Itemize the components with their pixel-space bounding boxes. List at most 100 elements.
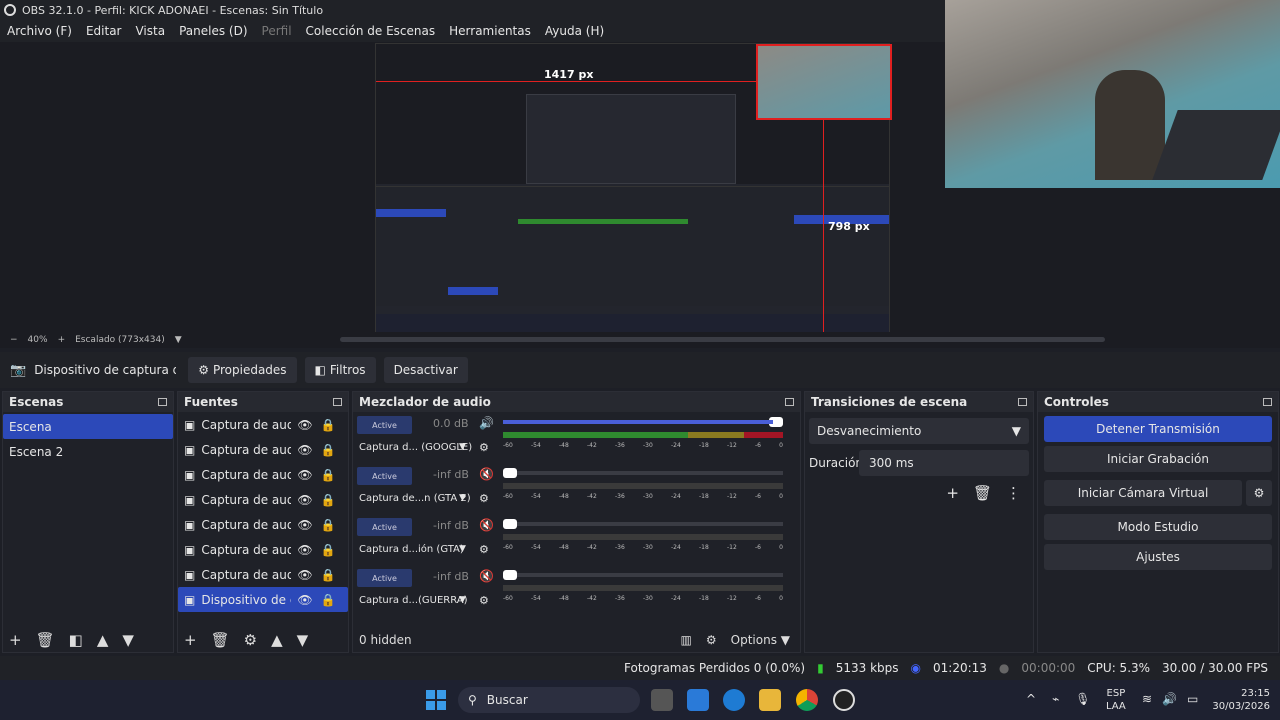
more-options-icon[interactable]: ⋮ [1006, 484, 1021, 502]
lock-icon[interactable]: 🔒 [321, 468, 336, 482]
layout-icon[interactable]: ▥ [681, 633, 692, 647]
visibility-eye-icon[interactable]: 👁 [297, 468, 312, 482]
properties-button[interactable]: ⚙ Propiedades [188, 357, 297, 383]
source-item[interactable]: ▣ Dispositivo de ca 👁 🔒 [178, 587, 348, 612]
visibility-eye-icon[interactable]: 👁 [297, 568, 312, 582]
menu-vista[interactable]: Vista [128, 24, 172, 38]
source-item[interactable]: ▣ Captura de audic 👁 🔒 [178, 562, 348, 587]
active-button[interactable]: Active [357, 518, 412, 536]
virtual-camera-settings-icon[interactable]: ⚙ [1246, 480, 1272, 506]
move-up-icon[interactable]: ▲ [97, 631, 109, 649]
channel-dropdown-icon[interactable]: ▼ [459, 544, 466, 554]
notepad-icon[interactable] [687, 689, 709, 711]
start-recording-button[interactable]: Iniciar Grabación [1044, 446, 1272, 472]
menu-archivo[interactable]: Archivo (F) [0, 24, 79, 38]
remove-transition-icon[interactable]: 🗑 [973, 484, 992, 502]
stop-streaming-button[interactable]: Detener Transmisión [1044, 416, 1272, 442]
channel-settings-icon[interactable]: ⚙ [479, 441, 489, 454]
speaker-icon[interactable]: 🔇 [479, 518, 494, 532]
source-item[interactable]: ▣ Captura de audic 👁 🔒 [178, 412, 348, 437]
remove-source-icon[interactable]: 🗑 [211, 631, 230, 649]
volume-slider[interactable] [503, 570, 783, 580]
channel-settings-icon[interactable]: ⚙ [479, 492, 489, 505]
channel-dropdown-icon[interactable]: ▼ [459, 595, 466, 605]
visibility-eye-icon[interactable]: 👁 [297, 518, 312, 532]
source-item[interactable]: ▣ Captura de audic 👁 🔒 [178, 437, 348, 462]
remove-scene-icon[interactable]: 🗑 [36, 631, 55, 649]
lock-icon[interactable]: 🔒 [321, 593, 336, 607]
preview-canvas[interactable]: 1417 px 798 px [375, 43, 892, 332]
scale-dropdown-icon[interactable]: ▼ [175, 335, 182, 345]
menu-perfil[interactable]: Perfil [255, 24, 299, 38]
scene-item[interactable]: Escena 2 [3, 439, 173, 464]
duration-input[interactable]: 300 ms [859, 450, 1029, 476]
visibility-eye-icon[interactable]: 👁 [297, 593, 312, 607]
edge-icon[interactable] [723, 689, 745, 711]
undock-icon[interactable] [333, 398, 342, 406]
speaker-icon[interactable]: 🔇 [479, 467, 494, 481]
microphone-icon[interactable]: 🎙 [1075, 692, 1090, 706]
undock-icon[interactable] [1263, 398, 1272, 406]
source-item[interactable]: ▣ Captura de audic 👁 🔒 [178, 512, 348, 537]
add-scene-icon[interactable]: + [9, 631, 22, 649]
source-item[interactable]: ▣ Captura de audic 👁 🔒 [178, 487, 348, 512]
zoom-out-button[interactable]: − [10, 335, 18, 345]
quick-settings[interactable]: ≋ 🔊 ▭ [1142, 692, 1198, 706]
scene-filters-icon[interactable]: ◧ [69, 631, 83, 649]
language-indicator[interactable]: ESP LAA [1106, 687, 1126, 713]
add-transition-icon[interactable]: + [946, 484, 959, 502]
menu-paneles[interactable]: Paneles (D) [172, 24, 254, 38]
active-button[interactable]: Active [357, 416, 412, 434]
lock-icon[interactable]: 🔒 [321, 418, 336, 432]
mixer-settings-icon[interactable]: ⚙ [706, 633, 717, 647]
speaker-icon[interactable]: 🔊 [479, 416, 494, 430]
filters-button[interactable]: ◧ Filtros [304, 357, 376, 383]
channel-settings-icon[interactable]: ⚙ [479, 594, 489, 607]
menu-ayuda[interactable]: Ayuda (H) [538, 24, 611, 38]
options-button[interactable]: Options ▼ [731, 633, 790, 647]
undock-icon[interactable] [785, 398, 794, 406]
clock[interactable]: 23:15 30/03/2026 [1210, 687, 1270, 713]
lock-icon[interactable]: 🔒 [321, 543, 336, 557]
volume-slider[interactable] [503, 519, 783, 529]
windows-start-icon[interactable] [426, 690, 446, 710]
active-button[interactable]: Active [357, 569, 412, 587]
selected-source-bbox[interactable] [756, 44, 892, 120]
undock-icon[interactable] [1018, 398, 1027, 406]
chevron-up-icon[interactable]: ^ [1026, 692, 1036, 706]
source-properties-icon[interactable]: ⚙ [244, 631, 257, 649]
visibility-eye-icon[interactable]: 👁 [297, 443, 312, 457]
studio-mode-button[interactable]: Modo Estudio [1044, 514, 1272, 540]
add-source-icon[interactable]: + [184, 631, 197, 649]
move-up-icon[interactable]: ▲ [271, 631, 283, 649]
channel-dropdown-icon[interactable]: ▼ [459, 493, 466, 503]
lock-icon[interactable]: 🔒 [321, 443, 336, 457]
transition-select[interactable]: Desvanecimiento ▼ [809, 418, 1029, 444]
volume-slider[interactable] [503, 417, 783, 427]
channel-settings-icon[interactable]: ⚙ [479, 543, 489, 556]
lock-icon[interactable]: 🔒 [321, 568, 336, 582]
lock-icon[interactable]: 🔒 [321, 518, 336, 532]
scene-item[interactable]: Escena [3, 414, 173, 439]
settings-button[interactable]: Ajustes [1044, 544, 1272, 570]
active-button[interactable]: Active [357, 467, 412, 485]
obs-taskbar-icon[interactable] [833, 689, 855, 711]
visibility-eye-icon[interactable]: 👁 [297, 418, 312, 432]
visibility-eye-icon[interactable]: 👁 [297, 543, 312, 557]
network-icon[interactable]: ⌁ [1052, 692, 1059, 706]
chrome-icon[interactable] [796, 689, 818, 711]
source-item[interactable]: ▣ Captura de audic 👁 🔒 [178, 462, 348, 487]
file-explorer-icon[interactable] [759, 689, 781, 711]
move-down-icon[interactable]: ▼ [297, 631, 309, 649]
menu-coleccion[interactable]: Colección de Escenas [299, 24, 443, 38]
speaker-icon[interactable]: 🔇 [479, 569, 494, 583]
zoom-in-button[interactable]: + [58, 335, 66, 345]
visibility-eye-icon[interactable]: 👁 [297, 493, 312, 507]
move-down-icon[interactable]: ▼ [122, 631, 134, 649]
volume-slider[interactable] [503, 468, 783, 478]
menu-herramientas[interactable]: Herramientas [442, 24, 538, 38]
channel-dropdown-icon[interactable]: ▼ [459, 442, 466, 452]
deactivate-button[interactable]: Desactivar [383, 357, 468, 383]
lock-icon[interactable]: 🔒 [321, 493, 336, 507]
task-view-icon[interactable] [651, 689, 673, 711]
